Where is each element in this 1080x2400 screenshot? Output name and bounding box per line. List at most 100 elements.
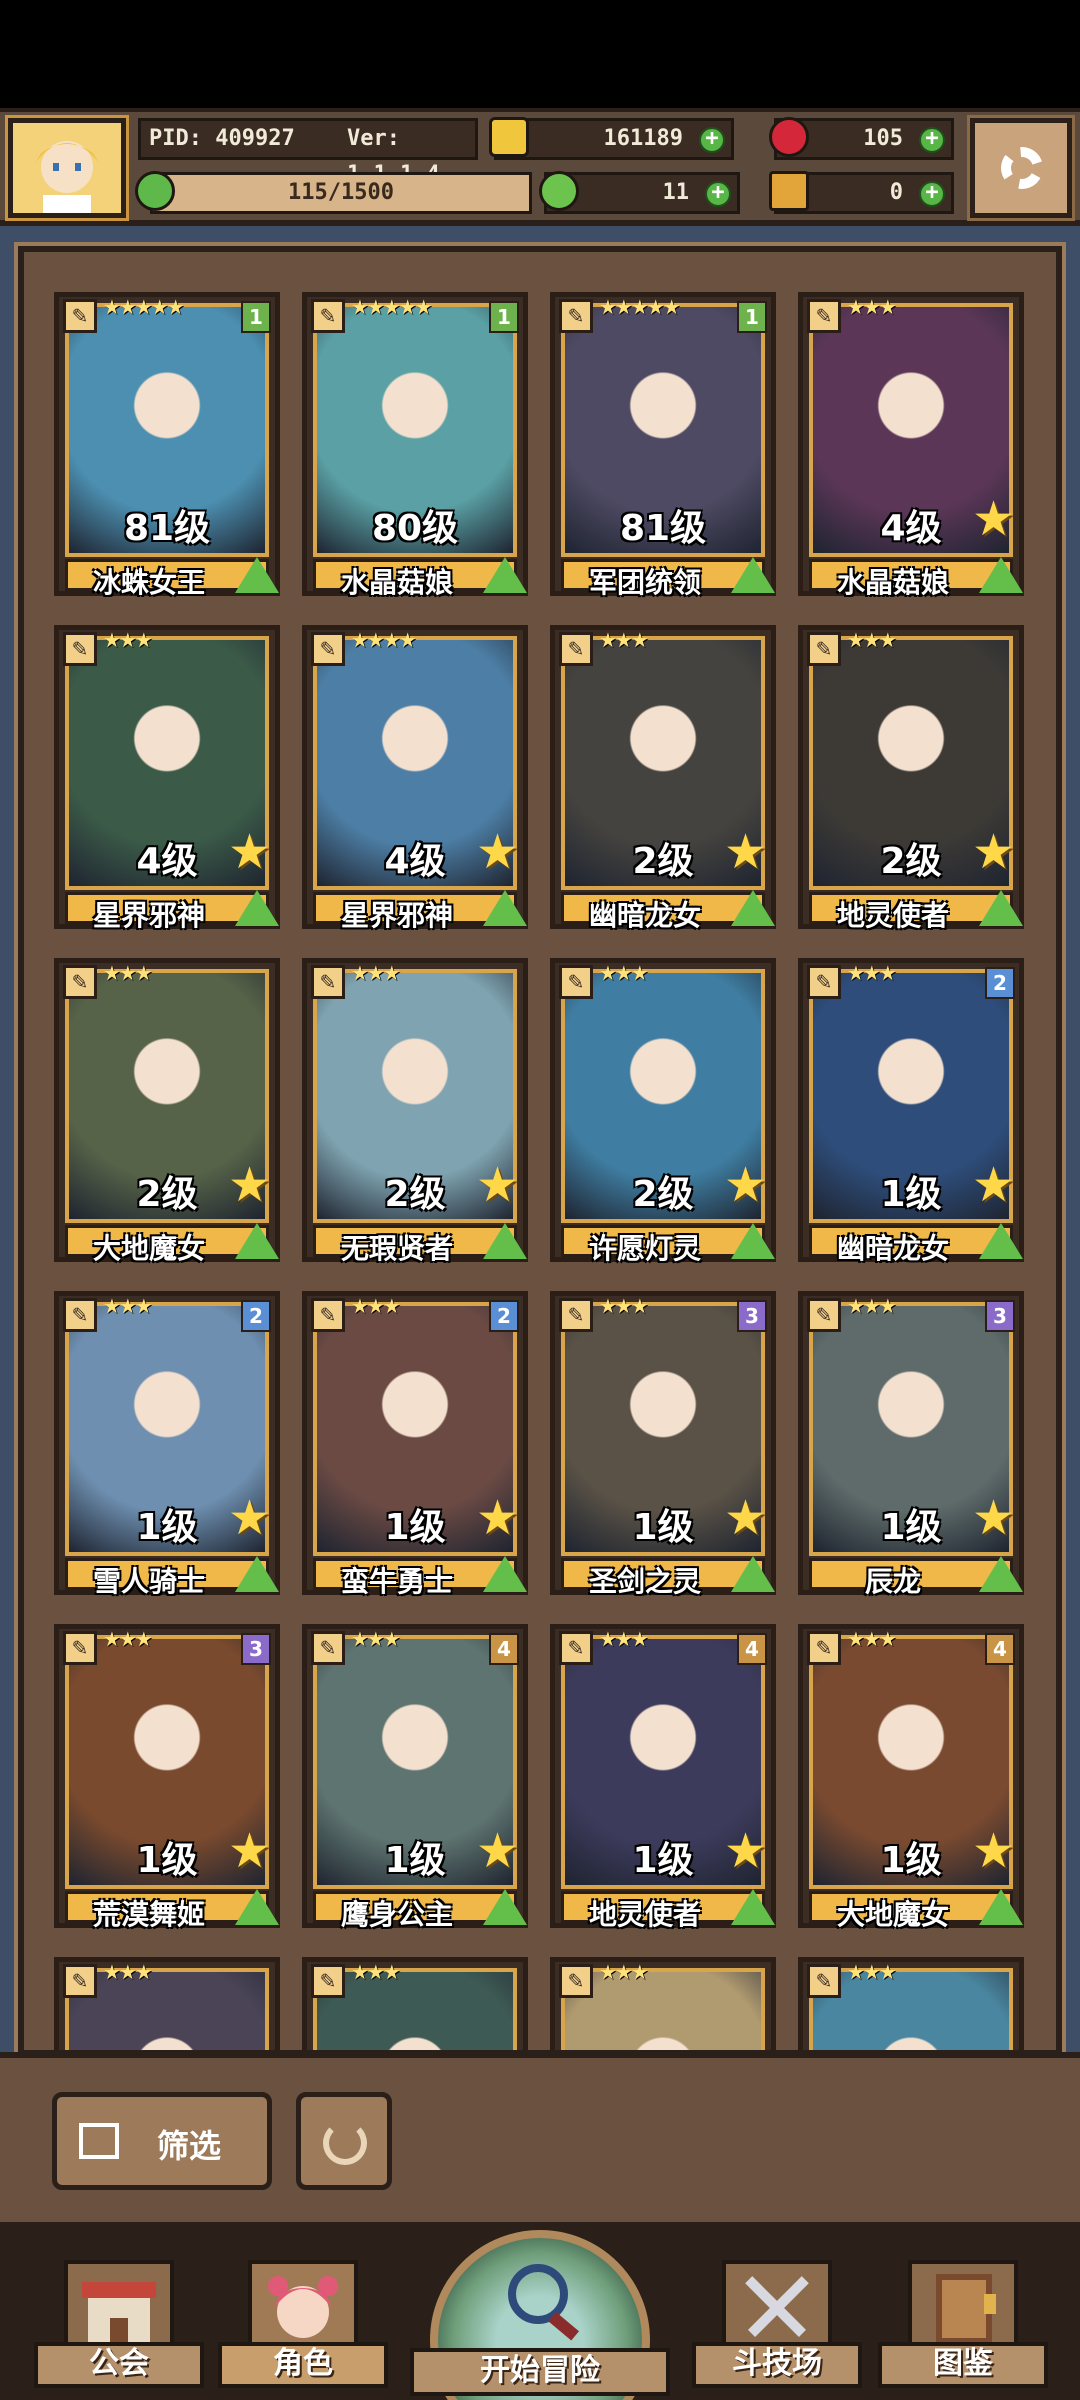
nav-codex-label: 图鉴 xyxy=(878,2342,1048,2388)
add-gold-button[interactable]: + xyxy=(699,127,725,153)
nav-characters[interactable]: 角色 xyxy=(218,2252,388,2392)
nav-start-adventure[interactable]: 开始冒险 xyxy=(410,2222,670,2400)
character-portrait xyxy=(69,1972,265,2050)
character-card[interactable]: 2级 ✎ ★★★ ★ 无瑕贤者 xyxy=(302,958,528,1265)
character-name: 雪人骑士 xyxy=(92,1565,205,1598)
gear-icon xyxy=(1001,147,1043,189)
character-card[interactable]: 2级 ✎ ★★★ ★ 幽暗龙女 xyxy=(550,625,776,932)
class-type-icon: ✎ xyxy=(311,632,345,666)
character-card[interactable]: 4级 ✎ ★★★ ★ 水晶菇娘 xyxy=(798,292,1024,599)
character-card[interactable]: 80级 ✎ ★★★★★ 1 水晶菇娘 xyxy=(302,292,528,599)
level-up-arrow-icon xyxy=(483,557,527,593)
character-card[interactable]: 4级 ✎ ★★★★ ★ 星界邪神 xyxy=(302,625,528,932)
class-type-icon: ✎ xyxy=(559,632,593,666)
status-bar xyxy=(0,0,1080,108)
level-up-arrow-icon xyxy=(235,1556,279,1592)
character-card[interactable]: 1级 ✎ ★★★ 3 ★ 辰龙 xyxy=(798,1291,1024,1598)
level-up-arrow-icon xyxy=(979,890,1023,926)
tier-badge: 2 xyxy=(241,1300,271,1332)
ruby-icon xyxy=(769,117,809,157)
add-key-button[interactable]: + xyxy=(919,181,945,207)
rarity-stars: ★★★ xyxy=(599,1960,649,1984)
add-clover-button[interactable]: + xyxy=(705,181,731,207)
rarity-stars: ★★★ xyxy=(599,1294,649,1318)
star-upgrade-icon: ★ xyxy=(971,824,1015,880)
rarity-stars: ★★★ xyxy=(103,1294,153,1318)
character-name: 军团统领 xyxy=(588,566,701,599)
character-name: 蛮牛勇士 xyxy=(340,1565,453,1598)
rarity-stars: ★★★ xyxy=(351,1960,401,1984)
character-name: 大地魔女 xyxy=(92,1232,205,1265)
star-upgrade-icon: ★ xyxy=(723,1823,767,1879)
character-card[interactable]: 1级 ✎ ★★★ 3 ★ 圣剑之灵 xyxy=(550,1291,776,1598)
nav-arena[interactable]: 斗技场 xyxy=(692,2252,862,2392)
class-type-icon: ✎ xyxy=(807,1298,841,1332)
nav-codex[interactable]: 图鉴 xyxy=(878,2252,1048,2392)
class-type-icon: ✎ xyxy=(63,299,97,333)
character-card[interactable]: 1级 ✎ ★★★ 4 ★ 鹰身公主 xyxy=(302,1624,528,1931)
character-card[interactable]: 2级 ✎ ★★★ ★ 许愿灯灵 xyxy=(550,958,776,1265)
character-card[interactable]: 1级 ✎ ★★★ 2 ★ 雪人骑士 xyxy=(54,1291,280,1598)
tier-badge: 2 xyxy=(489,1300,519,1332)
rarity-stars: ★★★★★ xyxy=(103,295,185,319)
level-up-arrow-icon xyxy=(235,1889,279,1925)
rarity-stars: ★★★ xyxy=(351,961,401,985)
star-upgrade-icon: ★ xyxy=(475,824,519,880)
player-avatar[interactable] xyxy=(5,115,129,221)
add-ruby-button[interactable]: + xyxy=(919,127,945,153)
filter-button[interactable]: 筛选 xyxy=(52,2092,272,2190)
level-up-arrow-icon xyxy=(235,890,279,926)
card-level: 80级 xyxy=(371,508,459,549)
character-card[interactable]: 81级 ✎ ★★★★★ 1 冰蛛女王 xyxy=(54,292,280,599)
star-upgrade-icon: ★ xyxy=(475,1490,519,1546)
class-type-icon: ✎ xyxy=(311,1964,345,1998)
star-upgrade-icon: ★ xyxy=(723,1490,767,1546)
class-type-icon: ✎ xyxy=(63,632,97,666)
character-card[interactable]: 4级 ✎ ★★★ ★ 星界邪神 xyxy=(54,625,280,932)
rarity-stars: ★★★ xyxy=(103,1960,153,1984)
rarity-stars: ★★★ xyxy=(103,1627,153,1651)
level-up-arrow-icon xyxy=(979,1556,1023,1592)
star-upgrade-icon: ★ xyxy=(971,1490,1015,1546)
tier-badge: 4 xyxy=(737,1633,767,1665)
character-card[interactable]: 1级 ✎ ★★★ 2 ★ 幽暗龙女 xyxy=(798,958,1024,1265)
character-card[interactable]: ✎ ★★★ xyxy=(798,1957,1024,2050)
character-name: 星界邪神 xyxy=(92,899,205,932)
character-card[interactable]: 1级 ✎ ★★★ 3 ★ 荒漠舞姬 xyxy=(54,1624,280,1931)
character-name: 水晶菇娘 xyxy=(340,566,453,599)
character-roster-grid: 81级 ✎ ★★★★★ 1 冰蛛女王 80级 ✎ ★★★★★ 1 水晶菇娘 81级 ✎ ★★★★★ 1 军团… xyxy=(14,242,1066,2060)
character-card[interactable]: 2级 ✎ ★★★ ★ 地灵使者 xyxy=(798,625,1024,932)
filter-label: 筛选 xyxy=(157,2127,222,2165)
character-name: 幽暗龙女 xyxy=(836,1232,949,1265)
character-card[interactable]: ✎ ★★★ xyxy=(54,1957,280,2050)
refresh-icon xyxy=(323,2121,367,2165)
reset-filter-button[interactable] xyxy=(296,2092,392,2190)
rarity-stars: ★★★ xyxy=(847,961,897,985)
gold-value: 161189 xyxy=(603,126,683,151)
nav-characters-label: 角色 xyxy=(218,2342,388,2388)
rarity-stars: ★★★ xyxy=(599,628,649,652)
character-card[interactable]: 1级 ✎ ★★★ 4 ★ 地灵使者 xyxy=(550,1624,776,1931)
character-card[interactable]: 81级 ✎ ★★★★★ 1 军团统领 xyxy=(550,292,776,599)
card-portrait-frame: 81级 xyxy=(561,303,765,557)
tier-badge: 3 xyxy=(737,1300,767,1332)
class-type-icon: ✎ xyxy=(807,1964,841,1998)
tier-badge: 3 xyxy=(241,1633,271,1665)
rarity-stars: ★★★ xyxy=(351,1294,401,1318)
star-upgrade-icon: ★ xyxy=(227,1157,271,1213)
settings-button[interactable] xyxy=(967,115,1075,221)
star-upgrade-icon: ★ xyxy=(475,1823,519,1879)
level-up-arrow-icon xyxy=(979,1889,1023,1925)
class-type-icon: ✎ xyxy=(807,299,841,333)
character-card[interactable]: 1级 ✎ ★★★ 4 ★ 大地魔女 xyxy=(798,1624,1024,1931)
nav-guild[interactable]: 公会 xyxy=(34,2252,204,2392)
character-card[interactable]: 2级 ✎ ★★★ ★ 大地魔女 xyxy=(54,958,280,1265)
character-card[interactable]: ✎ ★★★ xyxy=(550,1957,776,2050)
bottom-navigation: 公会 角色 开始冒险 斗技场 图鉴 xyxy=(0,2222,1080,2400)
nav-arena-label: 斗技场 xyxy=(692,2342,862,2388)
character-card[interactable]: 1级 ✎ ★★★ 2 ★ 蛮牛勇士 xyxy=(302,1291,528,1598)
level-up-arrow-icon xyxy=(731,557,775,593)
character-card[interactable]: ✎ ★★★ xyxy=(302,1957,528,2050)
character-portrait xyxy=(317,1972,513,2050)
nav-adventure-label: 开始冒险 xyxy=(410,2348,670,2396)
